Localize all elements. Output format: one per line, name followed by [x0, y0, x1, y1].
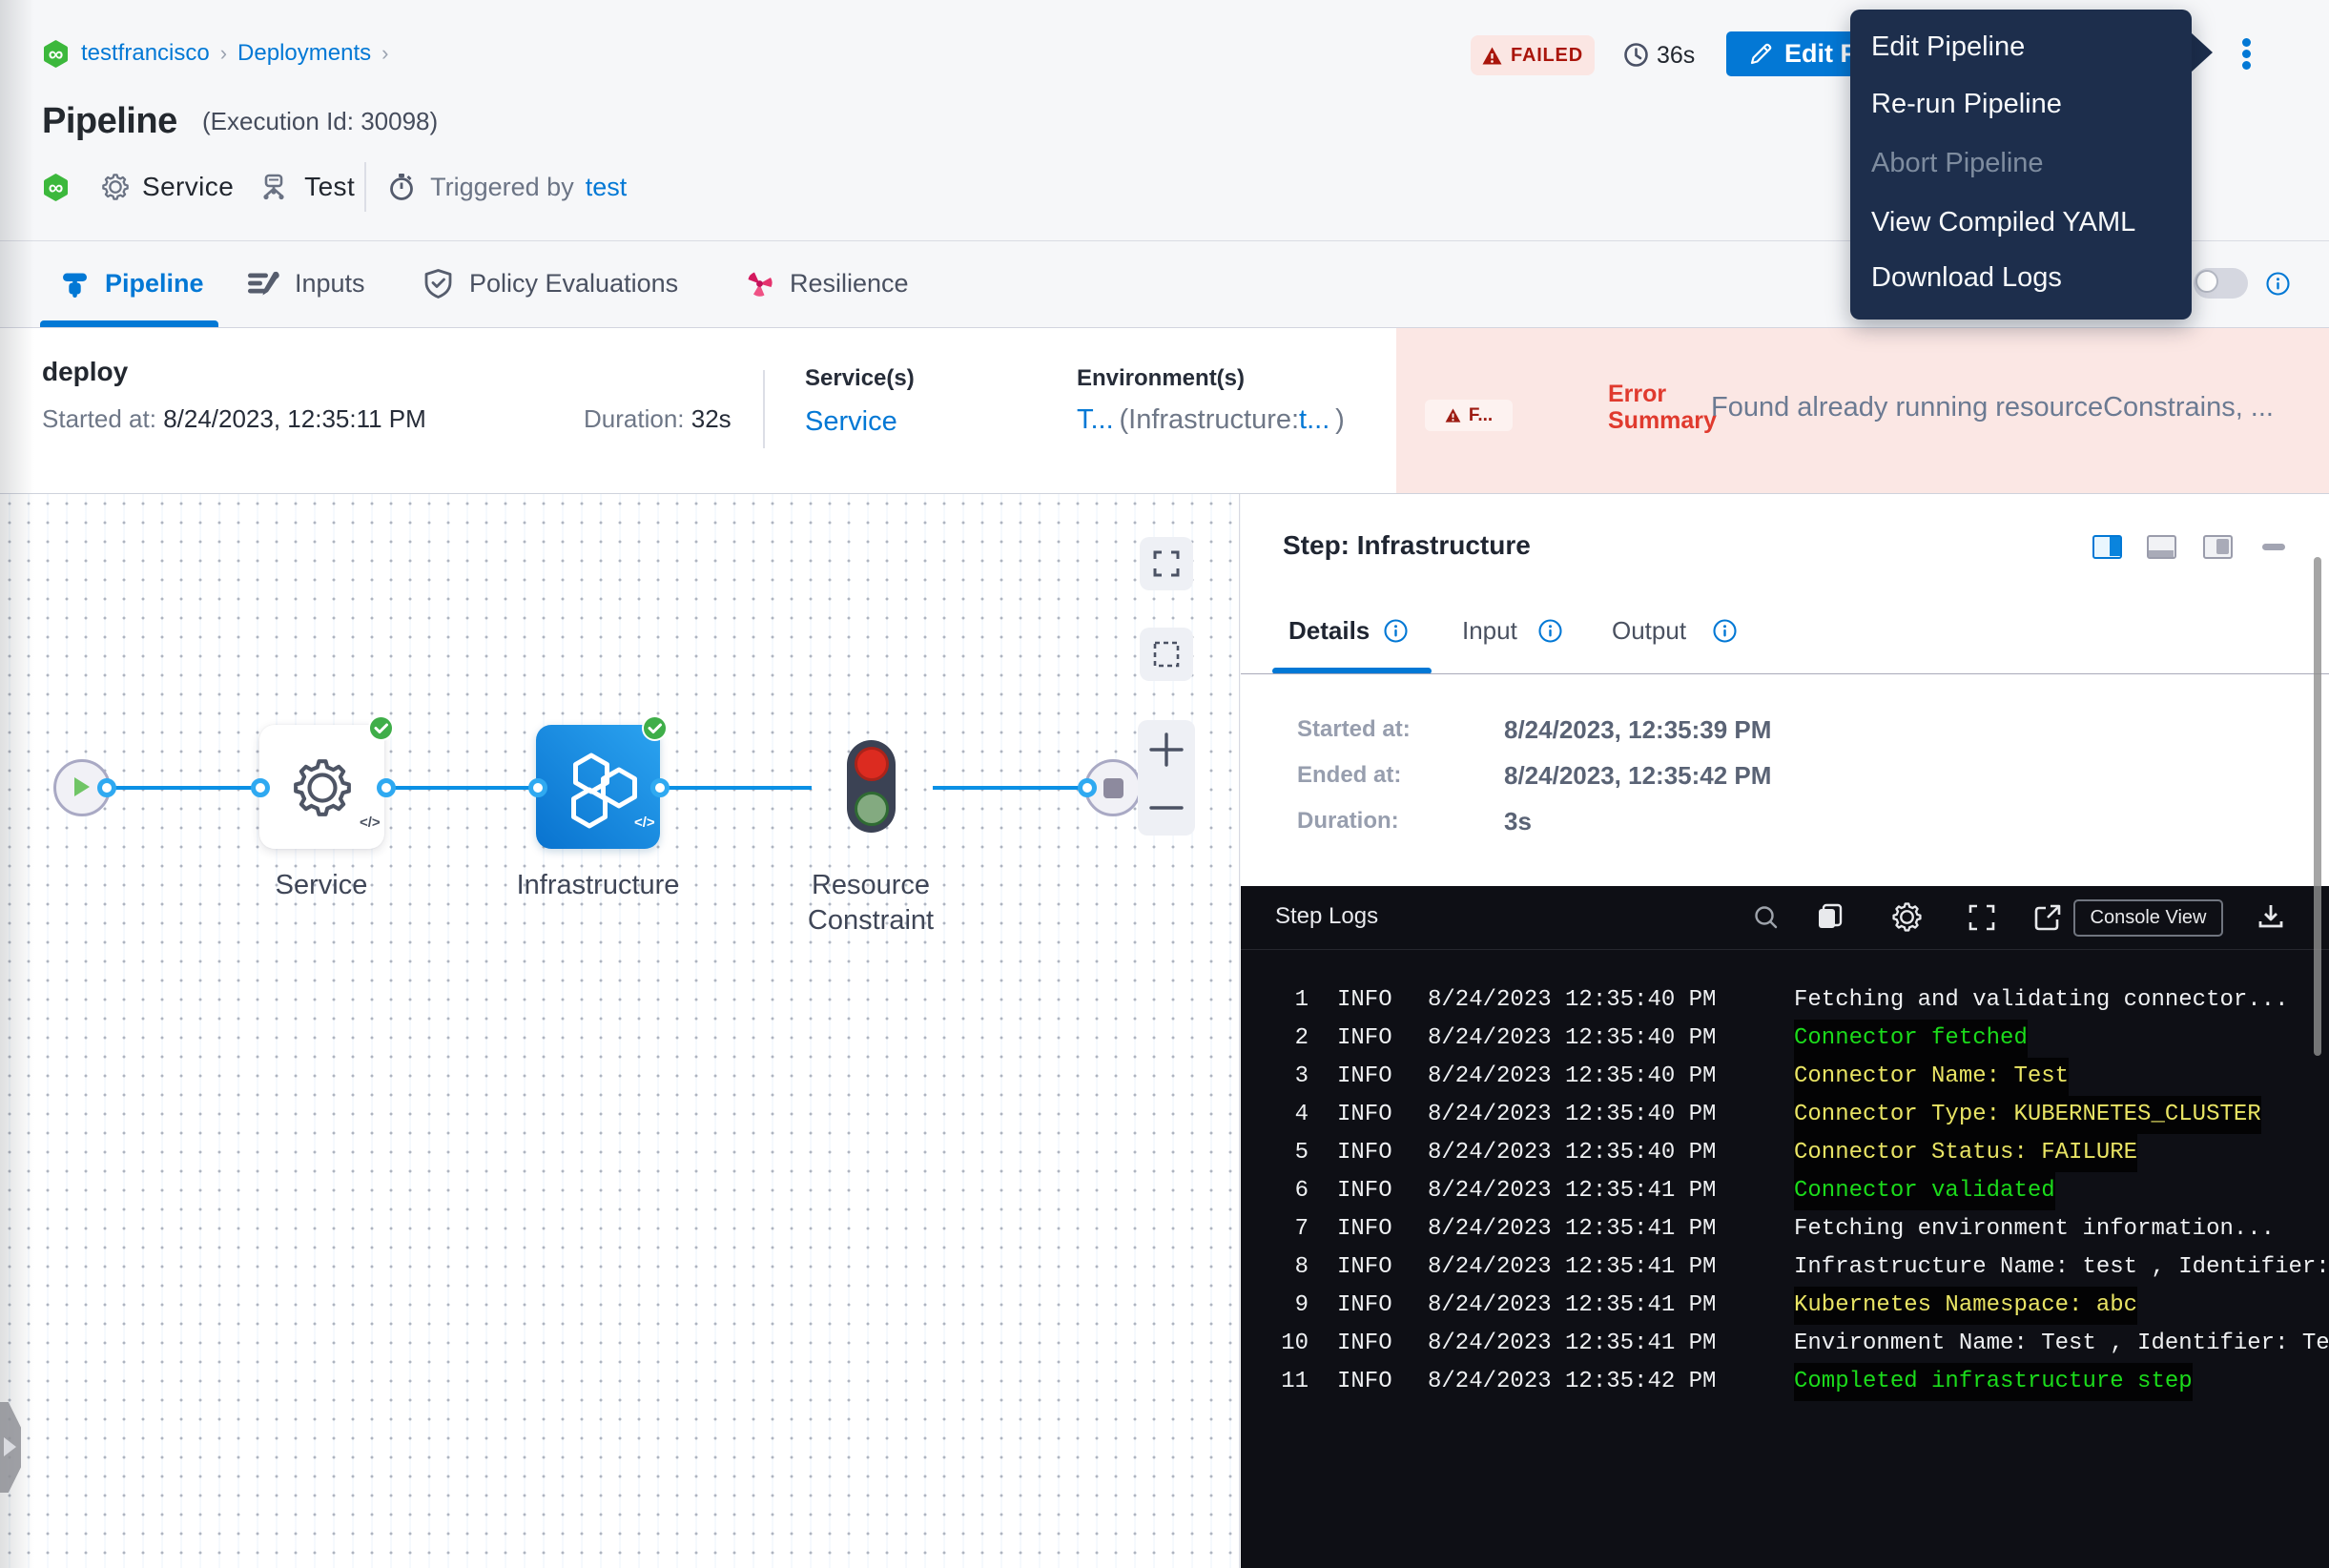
- svg-text:∞: ∞: [49, 175, 64, 198]
- svg-text:∞: ∞: [49, 41, 64, 65]
